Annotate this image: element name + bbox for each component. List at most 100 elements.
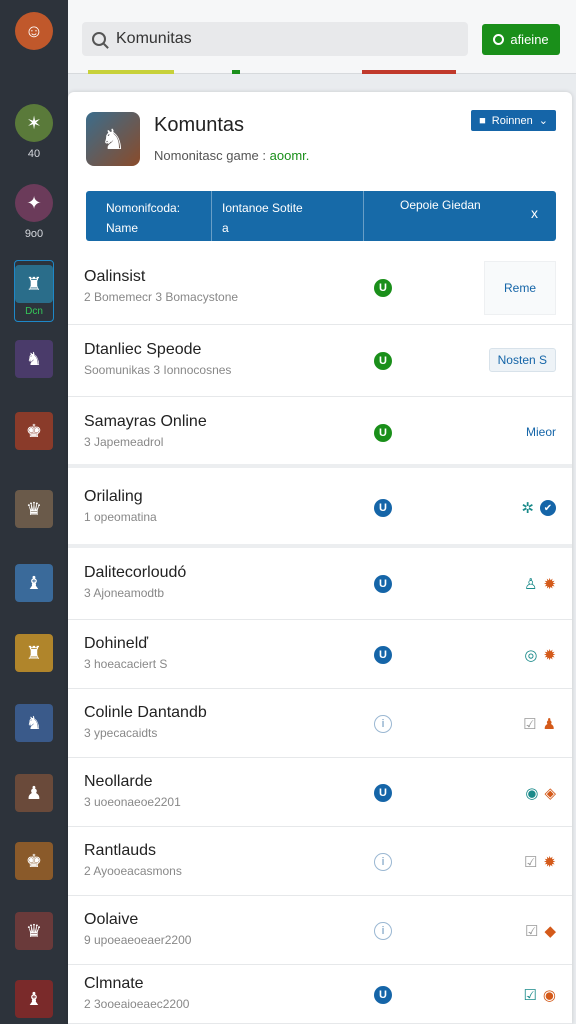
row-action-icon[interactable]: ☑ — [523, 986, 536, 1004]
list-item[interactable]: Oolaive 9 upoeaeoeaer2200 i ☑ ◆ — [68, 896, 572, 965]
search-button-label: afieine — [510, 32, 549, 47]
status-icon: i — [374, 921, 392, 940]
community-name: Neollarde — [84, 772, 153, 790]
community-name: Oalinsist — [84, 267, 146, 285]
rail-item[interactable]: ♝ — [0, 980, 68, 1018]
rail-item[interactable]: ☺ — [0, 12, 68, 50]
community-meta: 3 ypecacaidts — [84, 725, 158, 740]
list-item[interactable]: Clmnate 2 3ooeaioeaec2200 U ☑ ◉ — [68, 965, 572, 1024]
community-meta: 3 Ajoneamodtb — [84, 586, 165, 600]
search-icon — [92, 32, 106, 46]
tab-indicator-red — [362, 70, 456, 74]
rail-item[interactable]: ♝ — [0, 564, 68, 602]
community-name: Colinle Dantandb — [84, 703, 207, 721]
rail-item[interactable]: ♟ — [0, 774, 68, 812]
row-action-icon[interactable]: ◆ — [544, 922, 556, 940]
list-item[interactable]: Dohinelď 3 hoeacaciert S U ◎ ✹ — [68, 620, 572, 689]
list-item[interactable]: Dtanliec Speode Soomunikas 3 Ionnocosnes U… — [68, 325, 572, 397]
community-name: Samayras Online — [84, 412, 207, 430]
square-icon: ■ — [479, 114, 486, 127]
banner-column-1: Nomonifcoda: Name Grnecocnasios — [86, 191, 212, 255]
banner-column-2: Iontanoe Sotite a — [212, 191, 364, 241]
rail-item[interactable]: ♜ Dcn — [14, 260, 54, 322]
community-avatar: ♜ — [15, 265, 53, 303]
list-item[interactable]: Oalinsist 2 Bomemecr 3 Bomacystone U Reme — [68, 250, 572, 325]
row-action-link[interactable]: Mieor — [526, 425, 556, 439]
row-actions: Mieor — [526, 425, 556, 439]
row-action-icon[interactable]: ☑ — [524, 853, 537, 871]
chevron-down-icon: ⌄ — [538, 115, 548, 127]
close-icon[interactable]: x — [531, 205, 538, 221]
join-dropdown-button[interactable]: ■ Roinnen ⌄ — [471, 110, 556, 131]
row-action-icon[interactable]: ◎ — [524, 646, 537, 664]
row-actions: ✲ ✔ — [521, 499, 556, 517]
status-icon: i — [374, 852, 392, 871]
status-icon: U — [374, 783, 392, 802]
community-meta: 2 Ayooeacasmons — [84, 863, 182, 878]
row-action-icon[interactable]: ◉ — [525, 784, 538, 802]
row-action-button[interactable]: Reme — [484, 260, 556, 315]
row-action-icon[interactable]: ✲ — [521, 499, 534, 517]
community-avatar: ♛ — [15, 912, 53, 950]
community-avatar: ♛ — [15, 490, 53, 528]
row-action-icon[interactable]: ♟ — [543, 715, 556, 733]
list-item[interactable]: Colinle Dantandb 3 ypecacaidts i ☑ ♟ — [68, 689, 572, 758]
status-icon: U — [374, 423, 392, 442]
status-icon: U — [374, 985, 392, 1004]
rail-item[interactable]: ✦ 9o0 — [0, 184, 68, 240]
list-item[interactable]: Dalitecorloudó 3 Ajoneamodtb U ♙ ✹ — [68, 548, 572, 620]
community-meta: 2 Bomemecr 3 Bomacystone — [84, 289, 239, 304]
row-action-icon[interactable]: ✹ — [543, 853, 556, 871]
rail-count: Dcn — [25, 306, 43, 317]
community-meta: 9 upoeaeoeaer2200 — [84, 932, 192, 947]
community-name: Dtanliec Speode — [84, 341, 202, 358]
status-icon: i — [374, 714, 392, 733]
subtitle-prefix: Nomonitasc game : — [154, 148, 266, 163]
community-avatar: ♜ — [15, 634, 53, 672]
list-item[interactable]: Neollarde 3 uoeonaeoe2201 U ◉ ◈ — [68, 758, 572, 827]
rail-item[interactable]: ♚ — [0, 412, 68, 450]
row-action-button[interactable]: Nosten S — [488, 348, 556, 372]
community-avatar: ♞ — [15, 704, 53, 742]
list-item[interactable]: Samayras Online 3 Japemeadrol U Mieor — [68, 397, 572, 468]
rail-item[interactable]: ♛ — [0, 912, 68, 950]
status-icon: U — [374, 352, 392, 370]
tab-indicator-yellow — [88, 70, 174, 74]
row-action-icon[interactable]: ✹ — [543, 575, 556, 593]
banner-text: Nomonifcoda: Name — [106, 201, 181, 235]
page-title: Komuntas — [154, 114, 245, 136]
list-item[interactable]: Rantlauds 2 Ayooeacasmons i ☑ ✹ — [68, 827, 572, 896]
rail-item[interactable]: ♛ — [0, 490, 68, 528]
row-action-icon[interactable]: ◉ — [543, 986, 556, 1004]
row-action-icon[interactable]: ✹ — [543, 646, 556, 664]
search-input[interactable]: Komunitas — [82, 22, 468, 56]
search-value: Komunitas — [116, 30, 192, 47]
community-meta: 1 opeomatina — [84, 510, 157, 524]
status-icon: U — [374, 575, 392, 593]
row-action-icon[interactable]: ☑ — [525, 922, 538, 940]
rail-item[interactable]: ♜ — [0, 634, 68, 672]
status-icon: U — [374, 499, 392, 517]
rail-item[interactable]: ♚ — [0, 842, 68, 880]
banner-text: Iontanoe Sotite — [222, 201, 303, 215]
rail-item[interactable]: ♞ — [0, 340, 68, 378]
community-avatar: ♞ — [15, 340, 53, 378]
row-action-icon[interactable]: ♙ — [524, 575, 537, 593]
rail-item[interactable]: ✶ 40 — [0, 104, 68, 160]
rail-count: 9o0 — [24, 228, 44, 240]
rail-item[interactable]: ♞ — [0, 704, 68, 742]
subtitle-highlight: aoomr. — [269, 148, 310, 163]
community-name: Orilaling — [84, 488, 143, 505]
row-action-icon[interactable]: ☑ — [523, 715, 536, 733]
community-avatar: ✶ — [15, 104, 53, 142]
row-action-icon[interactable]: ◈ — [544, 784, 556, 802]
list-item[interactable]: Orilaling 1 opeomatina U ✲ ✔ — [68, 468, 572, 548]
info-banner: Nomonifcoda: Name Grnecocnasios Iontanoe… — [86, 191, 556, 255]
community-name: Oolaive — [84, 910, 139, 928]
community-meta: Soomunikas 3 Ionnocosnes — [84, 363, 232, 377]
banner-column-3: Oepoie Giedan — [400, 198, 481, 212]
community-avatar: ♚ — [15, 412, 53, 450]
row-actions: ☑ ♟ — [523, 715, 556, 733]
search-button[interactable]: afieine — [482, 24, 560, 55]
row-action-icon[interactable]: ✔ — [540, 500, 556, 516]
